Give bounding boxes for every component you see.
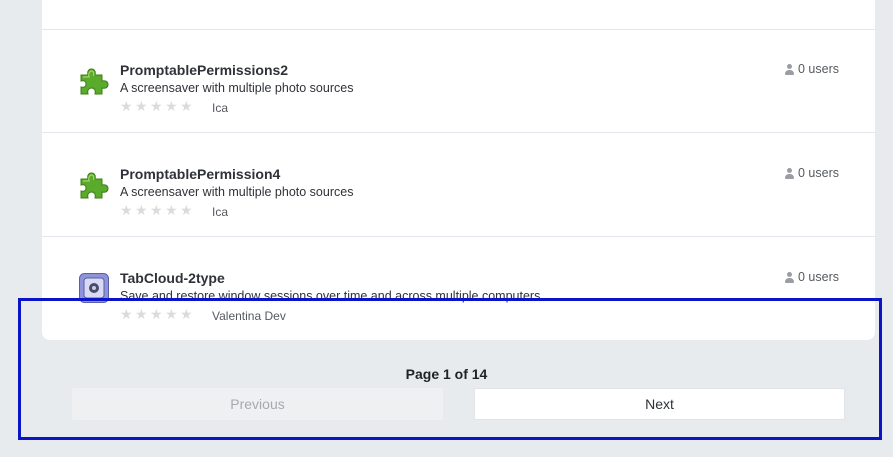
star-icon: ★	[180, 202, 193, 218]
tabcloud-app-icon	[78, 272, 110, 304]
page-indicator: Page 1 of 14	[405, 366, 488, 382]
divider	[42, 132, 875, 133]
addon-author[interactable]: Ica	[212, 101, 228, 115]
divider	[42, 29, 875, 30]
next-page-button[interactable]: Next	[474, 388, 845, 420]
star-icon: ★	[150, 306, 163, 322]
star-icon: ★	[165, 98, 178, 114]
addon-name[interactable]: PromptablePermissions2	[120, 62, 288, 78]
star-icon: ★	[120, 98, 133, 114]
addon-name[interactable]: PromptablePermission4	[120, 166, 280, 182]
addon-list-card: PromptablePermissions2 A screensaver wit…	[42, 0, 875, 340]
star-icon: ★	[135, 98, 148, 114]
user-count-label: 0 users	[798, 166, 839, 180]
addon-author[interactable]: Ica	[212, 205, 228, 219]
divider	[42, 236, 875, 237]
star-icon: ★	[150, 202, 163, 218]
star-icon: ★	[180, 98, 193, 114]
previous-page-button[interactable]: Previous	[72, 388, 443, 420]
addon-list-item[interactable]: PromptablePermission4 A screensaver with…	[42, 144, 875, 224]
addon-name[interactable]: TabCloud-2type	[120, 270, 225, 286]
star-icon: ★	[135, 306, 148, 322]
star-icon: ★	[150, 98, 163, 114]
user-count-label: 0 users	[798, 62, 839, 76]
puzzle-icon	[78, 168, 110, 200]
user-icon	[785, 271, 794, 283]
puzzle-icon	[78, 64, 110, 96]
addon-summary: A screensaver with multiple photo source…	[120, 81, 354, 95]
user-icon	[785, 167, 794, 179]
user-count: 0 users	[785, 62, 839, 76]
user-count: 0 users	[785, 270, 839, 284]
addon-author[interactable]: Valentina Dev	[212, 309, 286, 323]
star-icon: ★	[180, 306, 193, 322]
star-icon: ★	[120, 306, 133, 322]
addon-list-item[interactable]: PromptablePermissions2 A screensaver wit…	[42, 40, 875, 120]
user-count: 0 users	[785, 166, 839, 180]
rating-stars: ★ ★ ★ ★ ★	[120, 98, 193, 114]
addon-summary: Save and restore window sessions over ti…	[120, 289, 544, 303]
addon-list-item[interactable]: TabCloud-2type Save and restore window s…	[42, 248, 875, 328]
user-count-label: 0 users	[798, 270, 839, 284]
rating-stars: ★ ★ ★ ★ ★	[120, 202, 193, 218]
star-icon: ★	[165, 306, 178, 322]
star-icon: ★	[165, 202, 178, 218]
user-icon	[785, 63, 794, 75]
rating-stars: ★ ★ ★ ★ ★	[120, 306, 193, 322]
star-icon: ★	[135, 202, 148, 218]
star-icon: ★	[120, 202, 133, 218]
addon-summary: A screensaver with multiple photo source…	[120, 185, 354, 199]
